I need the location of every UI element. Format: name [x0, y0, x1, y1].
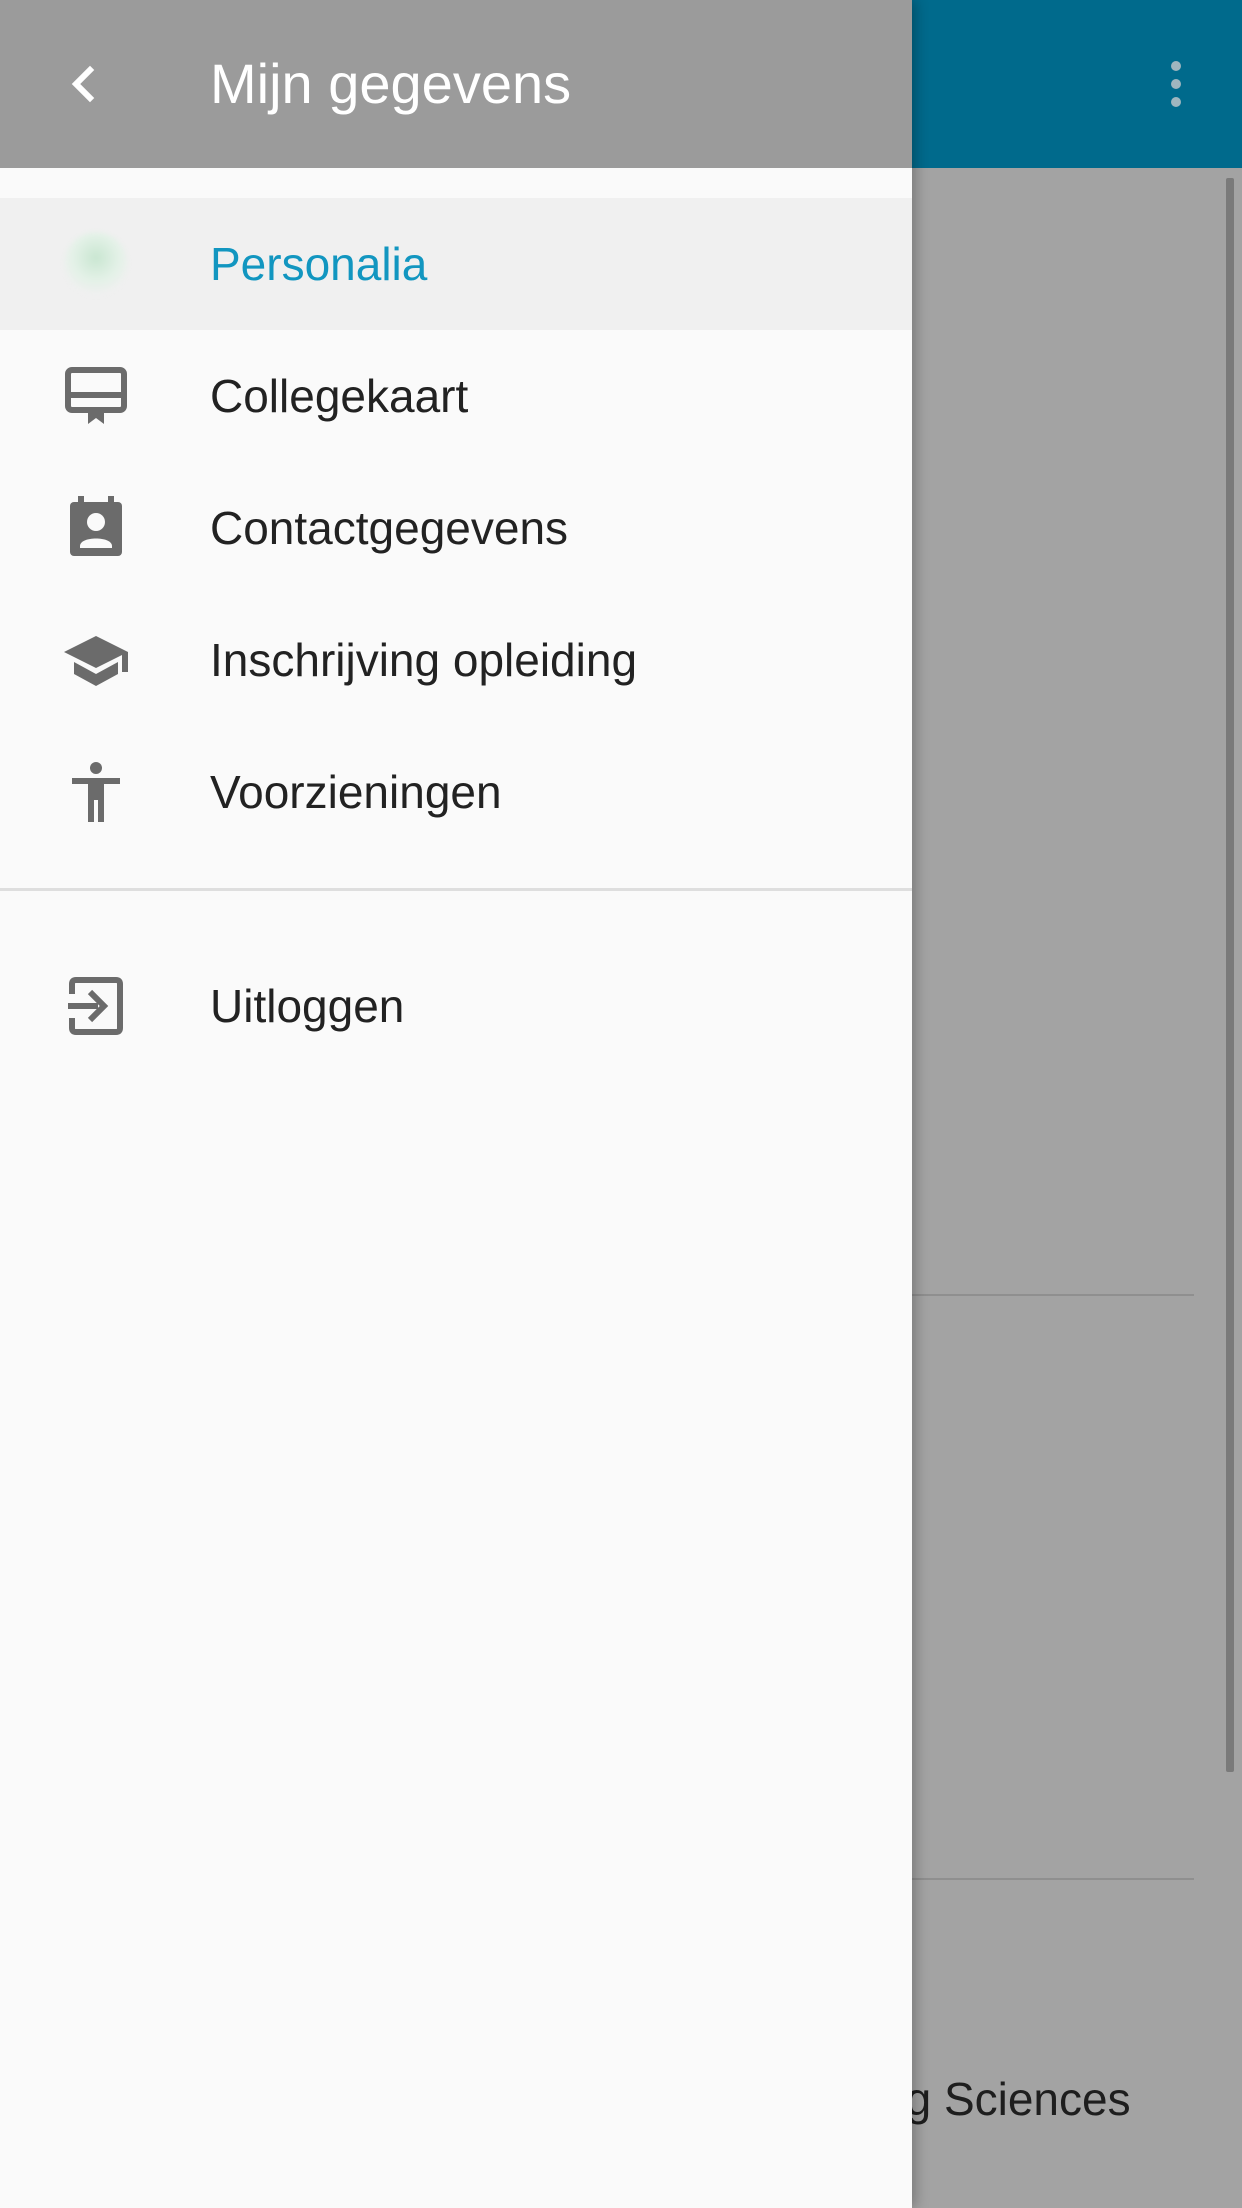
underlay-divider [912, 1294, 1194, 1296]
scrollbar[interactable] [1226, 178, 1234, 1772]
drawer-title: Mijn gegevens [210, 52, 572, 115]
menu-item-inschrijving-opleiding[interactable]: Inschrijving opleiding [0, 594, 912, 726]
underlay-text: ng Sciences [880, 2073, 1131, 2125]
menu-item-uitloggen[interactable]: Uitloggen [0, 940, 912, 1072]
school-icon [60, 624, 132, 696]
menu-item-label: Collegekaart [210, 370, 469, 422]
screen: ng Sciences Mijn gegevens Personalia Col… [0, 0, 1242, 2208]
menu-item-collegekaart[interactable]: Collegekaart [0, 330, 912, 462]
avatar-icon [60, 228, 132, 300]
underlay-divider [912, 1878, 1194, 1880]
card-icon [60, 360, 132, 432]
overflow-menu-icon[interactable] [1146, 44, 1206, 124]
menu-item-voorzieningen[interactable]: Voorzieningen [0, 726, 912, 858]
navigation-drawer: Mijn gegevens Personalia Collegekaart Co… [0, 0, 912, 2208]
chevron-left-icon [71, 65, 95, 103]
back-button[interactable] [42, 44, 122, 124]
menu-item-contactgegevens[interactable]: Contactgegevens [0, 462, 912, 594]
menu-item-personalia[interactable]: Personalia [0, 198, 912, 330]
contact-icon [60, 492, 132, 564]
menu-item-label: Inschrijving opleiding [210, 634, 638, 686]
drawer-header: Mijn gegevens [0, 0, 912, 168]
menu-item-label: Personalia [210, 238, 428, 290]
drawer-divider [0, 888, 912, 891]
logout-icon [60, 970, 132, 1042]
menu-item-label: Contactgegevens [210, 502, 569, 554]
accessibility-icon [60, 756, 132, 828]
menu-item-label: Voorzieningen [210, 766, 502, 818]
menu-item-label: Uitloggen [210, 980, 405, 1032]
